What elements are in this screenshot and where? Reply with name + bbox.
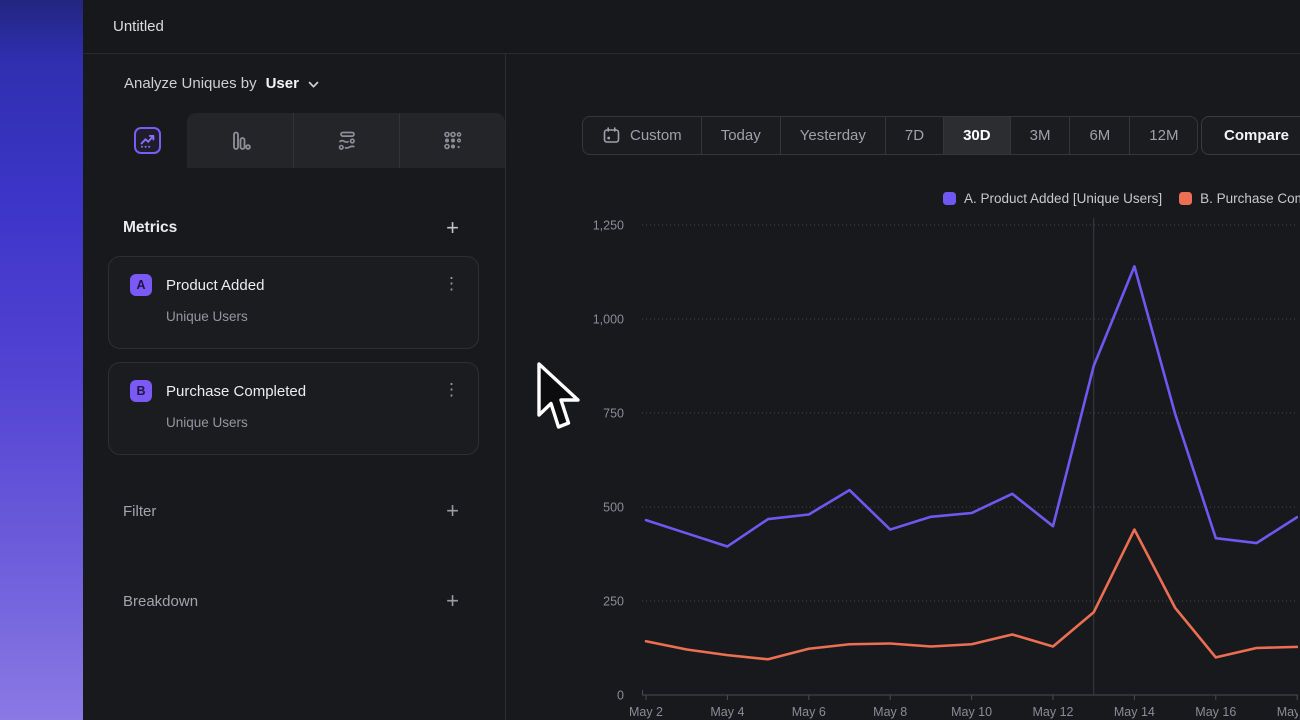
chart-type-tabs <box>83 113 505 168</box>
range-label: 7D <box>905 127 924 144</box>
analyze-label: Analyze Uniques by <box>124 75 257 92</box>
tab-flow[interactable] <box>293 113 399 168</box>
metric-name[interactable]: Purchase Completed <box>166 383 306 400</box>
range-label: Yesterday <box>800 127 866 144</box>
filter-heading: Filter <box>123 503 156 520</box>
svg-text:1,000: 1,000 <box>593 313 624 327</box>
background-gradient <box>0 0 83 720</box>
metric-badge-a: A <box>130 274 152 296</box>
compare-label: Compare <box>1224 127 1289 144</box>
bar-chart-icon <box>227 128 253 154</box>
add-breakdown-button[interactable]: + <box>446 591 459 611</box>
chart-panel: Custom Today Yesterday 7D 30D 3M 6M 12M … <box>506 54 1300 720</box>
metric-measure[interactable]: Unique Users <box>166 415 462 430</box>
range-label: 3M <box>1030 127 1051 144</box>
svg-text:May 8: May 8 <box>873 705 907 719</box>
range-label: 12M <box>1149 127 1178 144</box>
svg-text:May 12: May 12 <box>1033 705 1074 719</box>
metrics-heading: Metrics <box>123 219 177 237</box>
analyze-value-dropdown[interactable]: User <box>266 75 299 92</box>
svg-text:May 14: May 14 <box>1114 705 1155 719</box>
metric-card-a[interactable]: A Product Added ⋮ Unique Users <box>108 256 479 349</box>
svg-text:May 18: May 18 <box>1277 705 1298 719</box>
app-window: Untitled Analyze Uniques by User <box>83 0 1300 720</box>
mouse-cursor <box>535 361 583 435</box>
svg-text:May 10: May 10 <box>951 705 992 719</box>
svg-text:750: 750 <box>603 407 624 421</box>
chevron-down-icon[interactable] <box>308 81 319 89</box>
line-chart[interactable]: 0 250 500 750 1,000 1,250 May 2 May 4 May 6 May 8… <box>578 190 1298 720</box>
range-yesterday[interactable]: Yesterday <box>780 117 885 154</box>
range-today[interactable]: Today <box>701 117 780 154</box>
analyze-uniques-row: Analyze Uniques by User <box>83 54 505 113</box>
svg-text:500: 500 <box>603 501 624 515</box>
flow-icon <box>334 128 360 154</box>
report-title[interactable]: Untitled <box>113 18 164 35</box>
grid-dots-icon <box>440 128 466 154</box>
range-6m[interactable]: 6M <box>1069 117 1129 154</box>
filter-row: Filter + <box>83 496 505 526</box>
tab-bar-chart[interactable] <box>187 113 293 168</box>
kebab-menu-icon[interactable]: ⋮ <box>443 275 460 292</box>
range-label: Custom <box>630 127 682 144</box>
range-label: 30D <box>963 127 991 144</box>
tab-line-chart[interactable] <box>108 113 187 168</box>
range-3m[interactable]: 3M <box>1010 117 1070 154</box>
svg-text:0: 0 <box>617 689 624 703</box>
range-custom[interactable]: Custom <box>583 117 701 154</box>
title-bar: Untitled <box>83 0 1300 54</box>
range-label: 6M <box>1089 127 1110 144</box>
add-metric-button[interactable]: + <box>446 218 459 238</box>
metric-name[interactable]: Product Added <box>166 277 264 294</box>
tab-retention-grid[interactable] <box>399 113 505 168</box>
compare-button[interactable]: Compare <box>1201 116 1300 155</box>
metric-card-b[interactable]: B Purchase Completed ⋮ Unique Users <box>108 362 479 455</box>
svg-text:May 4: May 4 <box>710 705 744 719</box>
metric-badge-b: B <box>130 380 152 402</box>
add-filter-button[interactable]: + <box>446 501 459 521</box>
range-label: Today <box>721 127 761 144</box>
range-30d[interactable]: 30D <box>943 117 1010 154</box>
breakdown-heading: Breakdown <box>123 593 198 610</box>
svg-text:May 2: May 2 <box>629 705 663 719</box>
range-7d[interactable]: 7D <box>885 117 943 154</box>
line-chart-icon <box>134 127 161 154</box>
svg-text:250: 250 <box>603 595 624 609</box>
range-12m[interactable]: 12M <box>1129 117 1197 154</box>
svg-text:May 16: May 16 <box>1195 705 1236 719</box>
breakdown-row: Breakdown + <box>83 586 505 616</box>
query-sidebar: Analyze Uniques by User <box>83 54 506 720</box>
svg-text:1,250: 1,250 <box>593 219 624 233</box>
chart-type-tab-group <box>187 113 505 168</box>
svg-text:May 6: May 6 <box>792 705 826 719</box>
calendar-icon <box>602 126 621 145</box>
metric-measure[interactable]: Unique Users <box>166 309 462 324</box>
metrics-header-row: Metrics + <box>83 213 505 243</box>
date-range-picker: Custom Today Yesterday 7D 30D 3M 6M 12M <box>582 116 1198 155</box>
kebab-menu-icon[interactable]: ⋮ <box>443 381 460 398</box>
